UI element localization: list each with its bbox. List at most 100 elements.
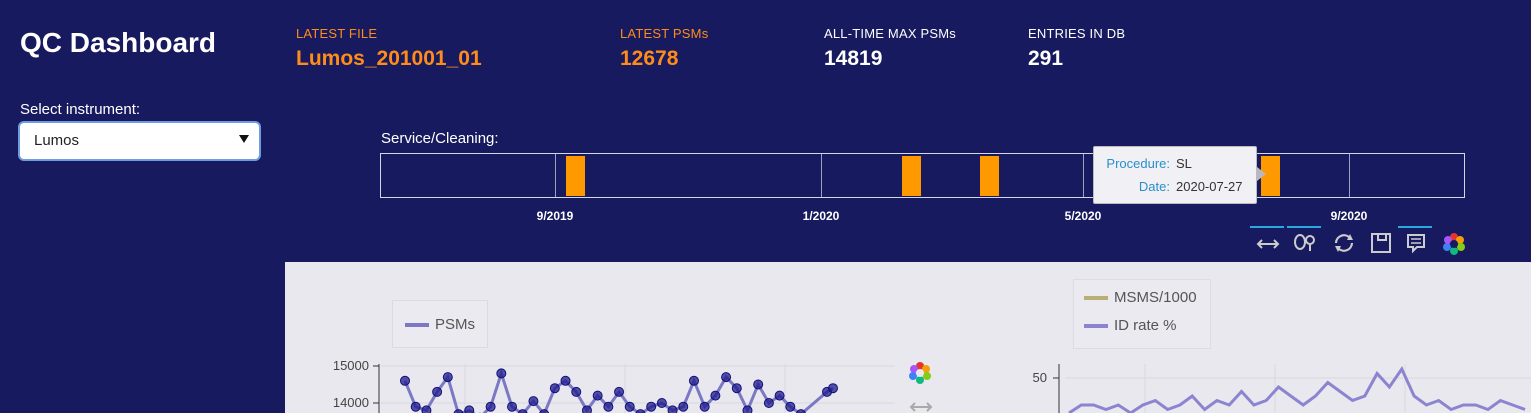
legend-item-msms[interactable]: MSMS/1000: [1084, 289, 1197, 306]
psm-data-point: [753, 379, 764, 390]
legend-swatch: [405, 323, 429, 328]
pan-icon[interactable]: [909, 401, 933, 413]
wheel-zoom-tool-button[interactable]: [1287, 226, 1321, 258]
psm-data-point: [656, 398, 667, 408]
psm-data-point: [453, 409, 464, 413]
psm-data-point: [721, 372, 732, 383]
reset-tool-button[interactable]: [1326, 226, 1360, 258]
legend-label: PSMs: [435, 316, 476, 333]
psm-data-point: [549, 383, 560, 394]
stat-value: 291: [1028, 47, 1064, 70]
pan-icon: [1256, 239, 1280, 249]
psm-data-point: [742, 405, 753, 413]
timeline-gridline: [555, 154, 556, 197]
stat-latest-psms: LATEST PSMs 12678: [620, 26, 708, 71]
psm-data-point: [400, 375, 410, 386]
stat-max-psms: ALL-TIME MAX PSMs 14819: [824, 26, 956, 71]
reset-icon: [1334, 234, 1354, 252]
psm-data-point: [421, 405, 432, 413]
stat-label: LATEST PSMs: [620, 26, 709, 41]
legend-label: ID rate %: [1114, 317, 1177, 334]
legend-item-idrate[interactable]: ID rate %: [1084, 317, 1177, 334]
caret-down-icon: [239, 135, 249, 143]
y-tick-label: 14000: [333, 395, 369, 410]
psm-chart[interactable]: 15000 14000: [285, 350, 925, 413]
stat-label: LATEST FILE: [296, 26, 378, 41]
stat-value: Lumos_201001_01: [296, 47, 482, 70]
active-indicator: [1398, 226, 1432, 228]
y-tick-label: 50: [1033, 370, 1047, 385]
psm-data-point: [828, 383, 838, 394]
hover-tool-button[interactable]: [1398, 226, 1432, 258]
timeline-gridline: [1349, 154, 1350, 197]
tooltip-value: SL: [1176, 156, 1192, 171]
psm-data-point: [485, 401, 496, 412]
timeline-tick-label: 1/2020: [802, 209, 840, 223]
app-title: QC Dashboard: [20, 27, 217, 58]
psm-data-point: [507, 401, 518, 412]
timeline-gridline: [1083, 154, 1084, 197]
psm-data-point: [496, 368, 507, 379]
active-indicator: [1250, 226, 1284, 228]
wheel-zoom-icon: [1294, 234, 1315, 251]
stat-latest-file: LATEST FILE Lumos_201001_01: [296, 26, 482, 71]
psm-data-point: [614, 386, 625, 397]
bokeh-logo-button[interactable]: [1436, 226, 1470, 258]
psm-data-point: [603, 401, 614, 412]
psm-data-point: [763, 398, 774, 408]
tooltip-key: Procedure:: [1106, 156, 1170, 171]
psm-data-point: [688, 375, 699, 386]
psm-data-point: [464, 405, 475, 413]
sidebar: QC Dashboard Select instrument: Lumos: [0, 0, 285, 413]
stat-label: ENTRIES IN DB: [1028, 26, 1126, 41]
psm-data-point: [410, 401, 421, 412]
instrument-select-label: Select instrument:: [20, 101, 141, 118]
tooltip-value: 2020-07-27: [1176, 179, 1243, 194]
service-event-bar[interactable]: [980, 156, 999, 196]
service-timeline-label: Service/Cleaning:: [381, 130, 499, 147]
psm-data-point: [432, 386, 443, 397]
legend-label: MSMS/1000: [1114, 289, 1197, 306]
tooltip-pointer: [1257, 167, 1266, 181]
bokeh-logo-icon[interactable]: [908, 361, 932, 385]
psm-data-point: [678, 401, 689, 412]
psm-data-point: [442, 372, 453, 383]
legend-item-psms[interactable]: PSMs: [405, 316, 475, 333]
timeline-gridline: [821, 154, 822, 197]
psm-data-point: [624, 401, 635, 412]
psm-legend: PSMs: [392, 300, 488, 348]
psm-data-point: [785, 401, 796, 412]
stat-value: 14819: [824, 47, 883, 70]
pan-tool-button[interactable]: [1250, 226, 1284, 258]
psm-data-point: [667, 405, 678, 413]
psm-data-point: [731, 383, 742, 394]
y-tick-label: 15000: [333, 358, 369, 373]
psm-data-point: [571, 386, 582, 397]
instrument-select-value: Lumos: [34, 132, 80, 149]
save-icon: [1371, 233, 1391, 253]
timeline-tick-label: 5/2020: [1064, 209, 1102, 223]
plot-area: PSMs MSMS/1000 ID rate % 15000 14000 50: [285, 262, 1531, 413]
timeline-tick-label: 9/2019: [536, 209, 574, 223]
service-timeline[interactable]: [380, 153, 1465, 198]
stat-entries-db: ENTRIES IN DB 291: [1028, 26, 1125, 71]
active-indicator: [1287, 226, 1321, 228]
tooltip-key: Date:: [1138, 179, 1170, 194]
psm-data-point: [710, 390, 721, 401]
service-event-bar[interactable]: [566, 156, 585, 196]
legend-swatch: [1084, 296, 1108, 301]
psm-data-point: [699, 401, 710, 412]
hover-icon: [1407, 234, 1425, 254]
timeline-tick-label: 9/2020: [1330, 209, 1368, 223]
hover-tooltip: Procedure: SL Date: 2020-07-27: [1093, 146, 1257, 204]
service-event-bar[interactable]: [902, 156, 921, 196]
psm-data-point: [592, 390, 603, 401]
save-tool-button[interactable]: [1363, 226, 1397, 258]
idrate-chart[interactable]: 50: [985, 350, 1531, 413]
stat-value: 12678: [620, 47, 679, 70]
instrument-select[interactable]: Lumos: [20, 123, 259, 159]
stat-label: ALL-TIME MAX PSMs: [824, 26, 956, 41]
bokeh-logo-icon: [1443, 233, 1465, 255]
psm-data-point: [774, 390, 785, 401]
legend-swatch: [1084, 324, 1108, 329]
